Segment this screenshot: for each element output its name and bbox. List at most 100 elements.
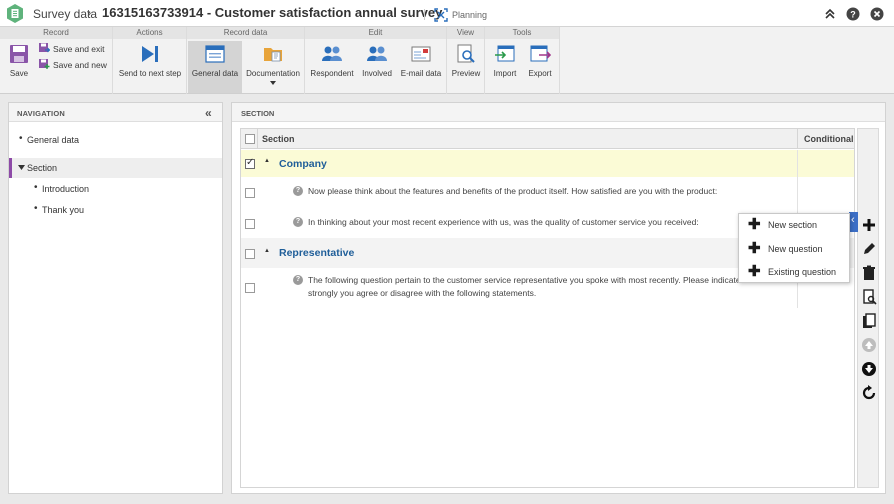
collapse-triangle-icon[interactable]: ▲ <box>264 158 270 164</box>
ribbon-group-record-data: Record data General data Documentation <box>187 27 305 94</box>
navigation-panel: NAVIGATION « • General data Section • In… <box>8 102 223 494</box>
general-data-button[interactable]: General data <box>188 41 242 93</box>
question-icon: ? <box>293 217 303 227</box>
planning-label[interactable]: Planning <box>452 10 487 20</box>
import-button[interactable]: Import <box>488 41 522 93</box>
export-icon <box>530 45 551 62</box>
bullet-icon: • <box>34 203 38 214</box>
documentation-button[interactable]: Documentation <box>243 41 303 93</box>
collapse-panel-icon[interactable]: « <box>205 106 212 120</box>
email-data-label: E-mail data <box>400 69 442 78</box>
question-icon: ? <box>293 186 303 196</box>
nav-item-label: Introduction <box>42 184 90 194</box>
row-checkbox[interactable] <box>245 283 255 293</box>
menu-item-new-question[interactable]: ✚ New question <box>739 238 849 260</box>
column-header-section[interactable]: Section <box>262 134 295 144</box>
move-down-icon[interactable] <box>861 361 877 377</box>
view-document-icon[interactable] <box>861 289 877 305</box>
copy-icon[interactable] <box>861 313 877 329</box>
bullet-icon: • <box>19 133 23 144</box>
save-button[interactable]: Save <box>2 41 36 93</box>
import-label: Import <box>493 69 517 78</box>
page-title: 16315163733914 - Customer satisfaction a… <box>102 5 443 20</box>
question-icon: ? <box>293 275 303 285</box>
popup-toggle-tab[interactable] <box>849 212 858 232</box>
involved-label: Involved <box>362 69 392 78</box>
add-icon[interactable] <box>861 217 877 233</box>
divider <box>424 9 425 20</box>
column-header-conditional[interactable]: Conditional <box>797 129 854 149</box>
send-to-next-step-button[interactable]: Send to next step <box>115 41 185 93</box>
collapse-triangle-icon[interactable]: ▲ <box>264 248 270 254</box>
divider <box>797 177 798 207</box>
close-icon[interactable] <box>870 7 884 21</box>
section-panel: SECTION Section Conditional ▲ Company ? … <box>231 102 886 494</box>
ribbon-group-actions: Actions Send to next step <box>113 27 187 94</box>
question-text: Now please think about the features and … <box>308 186 718 196</box>
table-row[interactable]: ? Now please think about the features an… <box>241 177 854 207</box>
ribbon-group-view: View Preview <box>447 27 485 94</box>
edit-pencil-icon[interactable] <box>861 241 877 257</box>
column-header-conditional-label: Conditional <box>804 134 854 144</box>
general-data-label: General data <box>191 69 239 78</box>
preview-button[interactable]: Preview <box>448 41 484 93</box>
delete-trash-icon[interactable] <box>861 265 877 281</box>
group-title-record-data: Record data <box>187 27 304 39</box>
email-data-button[interactable]: E-mail data <box>398 41 444 93</box>
row-checkbox[interactable] <box>245 157 255 169</box>
group-title-view: View <box>447 27 484 39</box>
nav-item-section[interactable]: Section <box>9 158 222 178</box>
plus-icon: ✚ <box>748 240 761 257</box>
group-title-edit: Edit <box>305 27 446 39</box>
group-title-record: Record <box>0 27 112 39</box>
menu-item-label: New question <box>768 244 823 254</box>
group-title-actions: Actions <box>113 27 186 39</box>
menu-item-existing-question[interactable]: ✚ Existing question <box>739 261 849 283</box>
save-exit-icon <box>39 43 50 53</box>
save-and-exit-label: Save and exit <box>53 44 105 54</box>
move-up-icon[interactable] <box>861 337 877 353</box>
documentation-label: Documentation <box>246 69 300 78</box>
export-label: Export <box>528 69 552 78</box>
group-title-tools: Tools <box>485 27 559 39</box>
involved-button[interactable]: Involved <box>357 41 397 93</box>
ribbon-group-edit: Edit Respondent Involved E-mail data <box>305 27 447 94</box>
involved-people-icon <box>367 46 387 61</box>
nav-item-introduction[interactable]: • Introduction <box>9 179 222 199</box>
plus-icon: ✚ <box>748 216 761 233</box>
refresh-icon[interactable] <box>861 385 877 401</box>
svg-text:?: ? <box>850 10 856 20</box>
import-icon <box>495 45 515 62</box>
breadcrumb-separator: › <box>87 5 92 20</box>
general-data-icon <box>205 45 225 63</box>
table-row[interactable]: ▲ Company <box>241 150 854 177</box>
expand-triangle-icon[interactable] <box>18 165 25 170</box>
collapse-up-icon[interactable] <box>823 7 837 21</box>
documentation-folder-icon <box>264 48 282 62</box>
save-icon <box>10 45 28 63</box>
respondent-button[interactable]: Respondent <box>308 41 356 93</box>
ribbon-group-record: Record Save Save and exit Save and new <box>0 27 113 94</box>
bullet-icon: • <box>34 182 38 193</box>
nav-item-thank-you[interactable]: • Thank you <box>9 200 222 220</box>
row-checkbox[interactable] <box>245 219 255 229</box>
menu-item-new-section[interactable]: ✚ New section <box>739 214 849 236</box>
menu-item-label: Existing question <box>768 267 837 277</box>
grid-side-toolbar <box>857 128 879 488</box>
nav-item-general-data[interactable]: • General data <box>9 130 222 150</box>
section-grid: Section Conditional ▲ Company ? Now plea… <box>240 128 855 488</box>
select-all-checkbox[interactable] <box>245 134 255 144</box>
section-header: SECTION <box>232 103 885 122</box>
preview-magnifier-icon <box>457 44 475 63</box>
row-checkbox[interactable] <box>245 188 255 198</box>
help-icon[interactable]: ? <box>846 7 860 21</box>
export-button[interactable]: Export <box>523 41 557 93</box>
save-label: Save <box>9 69 29 78</box>
save-and-new-label: Save and new <box>53 60 107 70</box>
grid-header: Section Conditional <box>241 129 854 149</box>
title-bar: Survey data › 16315163733914 - Customer … <box>0 0 894 27</box>
section-title: SECTION <box>241 109 275 118</box>
row-checkbox[interactable] <box>245 249 255 259</box>
send-next-icon <box>142 46 158 62</box>
planning-icon <box>434 8 448 22</box>
